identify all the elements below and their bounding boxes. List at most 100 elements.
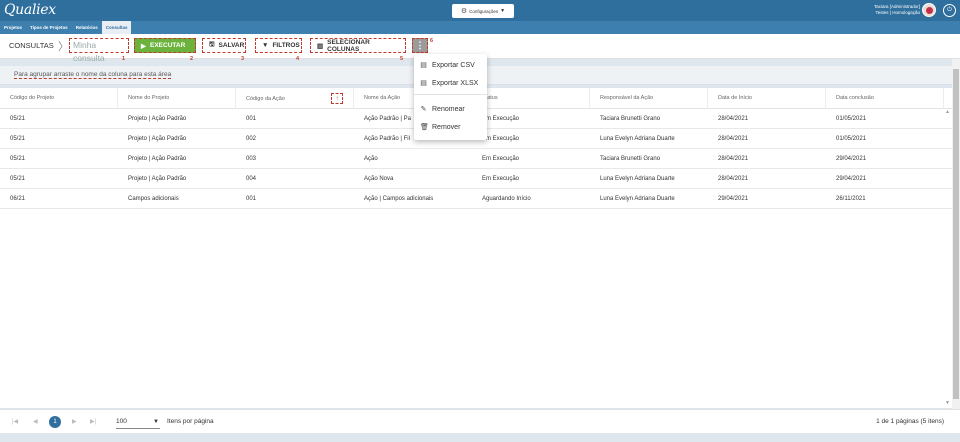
- scrollbar-thumb[interactable]: [953, 69, 959, 399]
- table-cell: Ação: [364, 156, 378, 162]
- table-cell: 01/05/2021: [836, 116, 867, 122]
- table-cell: Ação Padrão | Fil: [364, 136, 410, 142]
- query-name-input[interactable]: Minha consulta: [69, 38, 129, 63]
- columns-icon: ▥: [317, 42, 324, 50]
- menu-item-label: Renomear: [432, 105, 465, 113]
- table-row[interactable]: 05/21 Projeto | Ação Padrão 003 Ação Em …: [0, 149, 952, 169]
- select-columns-label: SELECIONAR COLUNAS: [327, 38, 370, 53]
- page-size-value: 100: [116, 418, 127, 425]
- app-logo[interactable]: Qualiex: [4, 2, 56, 18]
- table-cell: Em Execução: [482, 156, 520, 162]
- annotation-5: 5: [400, 56, 404, 62]
- table-cell: 29/04/2021: [836, 176, 867, 182]
- table-cell: 28/04/2021: [718, 136, 749, 142]
- menu-divider: [414, 94, 487, 95]
- main-nav: Projetos Tipos de Projetos Relatórios Co…: [0, 21, 960, 34]
- next-page-icon[interactable]: ▶: [72, 418, 77, 425]
- column-header[interactable]: Nome do Projeto: [118, 88, 236, 109]
- table-cell: 28/04/2021: [718, 176, 749, 182]
- last-page-icon[interactable]: ▶|: [90, 418, 96, 425]
- save-icon: 🖫: [209, 41, 215, 48]
- column-header[interactable]: Data conclusão: [826, 88, 944, 109]
- tab-tipos-de-projetos[interactable]: Tipos de Projetos: [26, 21, 72, 34]
- table-cell: 06/21: [10, 196, 26, 202]
- more-options-menu: ▤ Exportar CSV ▤ Exportar XLSX ✎ Renomea…: [414, 54, 487, 140]
- table-cell: 05/21: [10, 136, 26, 142]
- menu-item-export-xlsx[interactable]: ▤ Exportar XLSX: [414, 75, 487, 91]
- table-cell: Luna Evelyn Adriana Duarte: [600, 176, 675, 182]
- table-cell: Ação | Campos adicionais: [364, 196, 434, 202]
- annotation-1: 1: [122, 56, 126, 62]
- more-vertical-icon: ⋮: [415, 40, 425, 50]
- column-header[interactable]: Responsável da Ação: [590, 88, 708, 109]
- table-cell: Campos adicionais: [128, 196, 179, 202]
- table-cell: 003: [246, 156, 257, 162]
- scroll-down-icon[interactable]: ▼: [945, 400, 950, 406]
- table-cell: Projeto | Ação Padrão: [128, 116, 187, 122]
- file-csv-icon: ▤: [420, 62, 427, 69]
- vertical-scrollbar[interactable]: [952, 59, 960, 409]
- save-button[interactable]: 🖫 SALVAR: [202, 38, 246, 53]
- page-info: 1 de 1 páginas (5 itens): [876, 418, 944, 425]
- page-size-label: Itens por página: [167, 418, 214, 425]
- file-xlsx-icon: ▤: [420, 80, 427, 87]
- filter-icon: ▼: [262, 42, 269, 49]
- table-cell: 29/04/2021: [836, 156, 867, 162]
- table-cell: 001: [246, 116, 257, 122]
- table-cell: Aguardando Início: [482, 196, 531, 202]
- sort-ascending-icon[interactable]: ↑: [331, 93, 343, 104]
- table-row[interactable]: 06/21 Campos adicionais 001 Ação | Campo…: [0, 189, 952, 209]
- table-row[interactable]: 05/21 Projeto | Ação Padrão 004 Ação Nov…: [0, 169, 952, 189]
- table-cell: Projeto | Ação Padrão: [128, 176, 187, 182]
- tab-projetos[interactable]: Projetos: [0, 21, 26, 34]
- config-label: Configurações: [469, 8, 499, 14]
- page-size-select[interactable]: 100 ▼: [116, 415, 160, 429]
- select-columns-button[interactable]: ▥ SELECIONAR COLUNAS: [310, 38, 406, 53]
- chevron-down-icon: ▼: [153, 419, 159, 425]
- table-cell: 05/21: [10, 116, 26, 122]
- table-cell: 004: [246, 176, 257, 182]
- column-header[interactable]: Código do Projeto: [0, 88, 118, 109]
- column-header[interactable]: Status: [472, 88, 590, 109]
- column-header[interactable]: Data de Início: [708, 88, 826, 109]
- menu-item-export-csv[interactable]: ▤ Exportar CSV: [414, 57, 487, 73]
- user-info[interactable]: Taciara [Administrador] Testes | Homolog…: [874, 4, 920, 16]
- menu-item-remove[interactable]: 🗑 Remover: [414, 119, 487, 135]
- table-cell: Taciara Brunetti Grano: [600, 156, 661, 162]
- table-cell: 05/21: [10, 176, 26, 182]
- avatar[interactable]: [922, 3, 936, 17]
- filters-button[interactable]: ▼ FILTROS: [255, 38, 302, 53]
- page-title: CONSULTAS: [9, 41, 54, 50]
- tab-relatorios[interactable]: Relatórios: [72, 21, 102, 34]
- table-cell: 28/04/2021: [718, 116, 749, 122]
- pagination-bar: |◀ ◀ 1 ▶ ▶| 100 ▼ Itens por página 1 de …: [0, 409, 960, 433]
- previous-page-icon[interactable]: ◀: [33, 418, 38, 425]
- top-header: Qualiex ⚙ Configurações ▼ Taciara [Admin…: [0, 0, 960, 21]
- chevron-right-icon: 〉: [58, 41, 69, 53]
- table-cell: Ação Padrão | Pa: [364, 116, 411, 122]
- chevron-down-icon: ▼: [500, 8, 506, 14]
- first-page-icon[interactable]: |◀: [12, 418, 18, 425]
- scroll-up-icon[interactable]: ▲: [945, 109, 950, 115]
- tab-consultas[interactable]: Consultas: [101, 21, 132, 34]
- more-options-button[interactable]: ⋮: [412, 38, 428, 53]
- table-cell: 05/21: [10, 156, 26, 162]
- table-cell: Em Execução: [482, 176, 520, 182]
- menu-item-rename[interactable]: ✎ Renomear: [414, 101, 487, 117]
- table-cell: 002: [246, 136, 257, 142]
- group-hint: Para agrupar arraste o nome da coluna pa…: [14, 71, 172, 79]
- table-cell: Ação Nova: [364, 176, 394, 182]
- execute-label: EXECUTAR: [150, 42, 186, 49]
- config-button[interactable]: ⚙ Configurações ▼: [452, 4, 514, 18]
- menu-item-label: Exportar XLSX: [432, 79, 479, 87]
- power-icon[interactable]: ⏻: [943, 4, 956, 17]
- filters-label: FILTROS: [272, 42, 300, 49]
- execute-button[interactable]: ▶ EXECUTAR: [134, 38, 196, 53]
- annotation-2: 2: [190, 56, 194, 62]
- current-page-button[interactable]: 1: [49, 416, 61, 428]
- table-cell: Projeto | Ação Padrão: [128, 136, 187, 142]
- menu-item-label: Remover: [432, 123, 461, 131]
- table-cell: 29/04/2021: [718, 196, 749, 202]
- table-cell: Luna Evelyn Adriana Duarte: [600, 196, 675, 202]
- play-icon: ▶: [141, 42, 146, 50]
